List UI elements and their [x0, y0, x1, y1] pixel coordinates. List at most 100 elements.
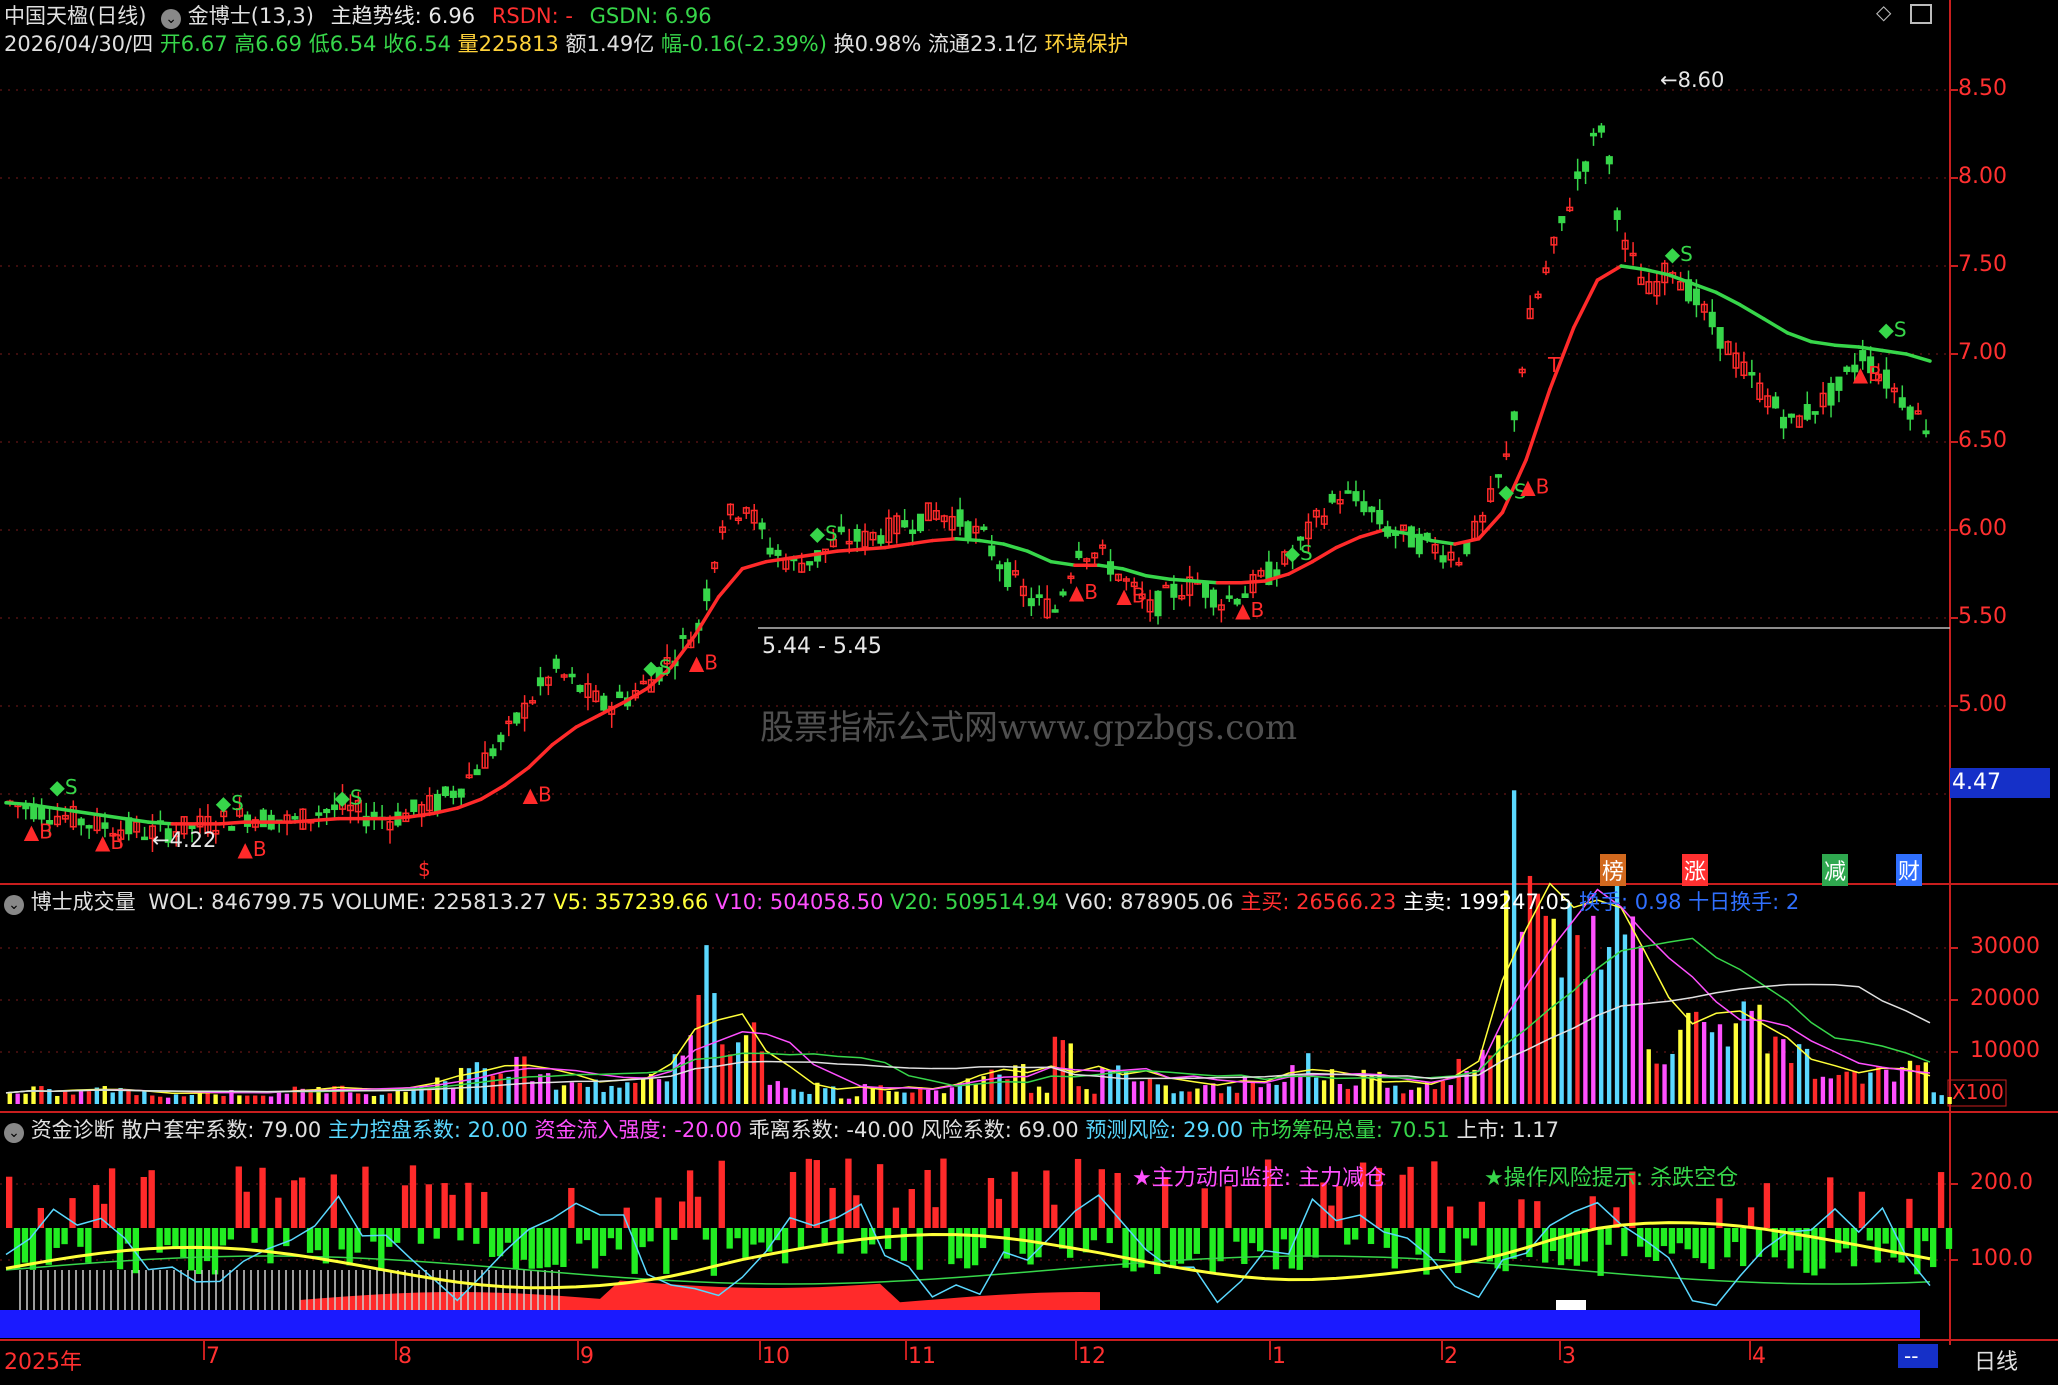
volume-bar [1250, 1083, 1256, 1104]
fund-green-bar [1383, 1228, 1391, 1248]
trend-line-segment [930, 537, 958, 543]
wol: WOL: 846799.75 [148, 890, 325, 914]
fund-green-bar [1842, 1228, 1850, 1249]
t-signal: T [1547, 353, 1561, 377]
fund-green-bar [1668, 1228, 1676, 1254]
volume-bar [933, 1090, 939, 1104]
volume-bar [1456, 1058, 1461, 1104]
volume-bar [1282, 1081, 1287, 1104]
fund-green-bar [1819, 1228, 1826, 1269]
fund-green-bar [671, 1228, 678, 1240]
fund-green-bar [1739, 1228, 1747, 1267]
low: 低6.54 [308, 32, 377, 56]
volume-bar [1005, 1079, 1010, 1104]
fund-red-bar [1747, 1207, 1755, 1228]
volume-bar [625, 1082, 630, 1104]
candle-body [1613, 210, 1621, 220]
fund-red-bar [853, 1195, 860, 1228]
deviation-coef: 乖离系数: -40.00 [748, 1118, 915, 1142]
volume-bar [1021, 1064, 1026, 1104]
volume-title[interactable]: 博士成交量 [31, 890, 136, 914]
fund-red-bar [1011, 1171, 1018, 1228]
fund-green-bar [1066, 1228, 1074, 1258]
range-label: 5.44 - 5.45 [762, 634, 882, 659]
restore-icon[interactable] [1909, 3, 1932, 24]
volume-bar [1385, 1087, 1390, 1104]
volume-bar [86, 1091, 92, 1104]
volume-bar [1836, 1074, 1841, 1104]
stock-name[interactable]: 中国天楹(日线) [4, 4, 146, 28]
fund-green-bar [1874, 1228, 1881, 1263]
badge-rise[interactable]: 涨 [1682, 854, 1709, 886]
volume-bar [245, 1095, 250, 1104]
volume-bar [1440, 1080, 1446, 1104]
fund-green-bar [1193, 1228, 1200, 1254]
fund-green-bar [164, 1228, 171, 1246]
fund-green-bar [512, 1228, 520, 1270]
volume-bar [640, 1077, 646, 1104]
volume-bar [498, 1073, 503, 1104]
open: 开6.67 [159, 32, 228, 56]
fund-red-bar [1906, 1198, 1913, 1228]
volume-bar [237, 1095, 242, 1104]
trend-value: 6.96 [428, 4, 476, 28]
sell-signal: ◆S [1285, 541, 1313, 565]
volume-bar [1028, 1092, 1034, 1104]
fund-red-bar [655, 1197, 662, 1228]
fund-green-bar [267, 1228, 274, 1264]
badge-finance[interactable]: 财 [1896, 854, 1923, 886]
fund-green-bar [1185, 1228, 1193, 1260]
buy-signal: ▲B [523, 783, 552, 807]
fund-green-bar [1439, 1228, 1446, 1254]
volume-toggle-icon[interactable]: ⌄ [4, 895, 24, 915]
vol-tick: 30000 [1970, 934, 2040, 959]
badge-reduce[interactable]: 减 [1822, 854, 1849, 886]
volume-bar [1543, 915, 1548, 1104]
fund-green-bar [1241, 1228, 1248, 1265]
volume-bar [63, 1090, 68, 1104]
candle-body [956, 509, 964, 527]
fund-green-bar [1154, 1228, 1161, 1275]
candle-body [837, 526, 845, 533]
fund-green-bar [1352, 1228, 1359, 1240]
fund-red-bar [465, 1182, 472, 1228]
volume-bar [292, 1086, 297, 1104]
candle-body [1922, 430, 1930, 435]
indicator-toggle-icon[interactable]: ⌄ [161, 9, 182, 29]
gsdn-value: GSDN: 6.96 [589, 4, 712, 28]
volume-bar [308, 1091, 313, 1104]
fund-toggle-icon[interactable]: ⌄ [4, 1123, 24, 1143]
trend-line-segment [146, 820, 175, 826]
indicator-name[interactable]: 金博士(13,3) [188, 4, 314, 28]
badge-rank[interactable]: 榜 [1600, 854, 1627, 886]
volume-bar [1670, 1053, 1675, 1104]
fund-title[interactable]: 资金诊断 [31, 1118, 115, 1142]
date-label: 2 [1444, 1344, 1458, 1369]
fund-green-bar [615, 1228, 622, 1250]
buy-signal: ▲B [24, 820, 53, 844]
fund-red-bar [298, 1177, 306, 1228]
fund-green-bar [172, 1228, 179, 1248]
fund-green-bar [196, 1228, 203, 1275]
scroll-dash[interactable]: -- [1904, 1344, 1918, 1368]
fund-green-bar [979, 1228, 987, 1249]
volume-bar [142, 1091, 147, 1104]
fund-green-bar [1177, 1228, 1185, 1264]
fund-red-bar [243, 1191, 250, 1228]
date-label: 4 [1752, 1344, 1766, 1369]
fund-green-bar [1470, 1228, 1478, 1246]
fund-red-bar [686, 1170, 694, 1228]
candle-body [1225, 595, 1233, 599]
fund-green-bar [1660, 1228, 1668, 1247]
fund-red-bar [805, 1158, 813, 1228]
sector-link[interactable]: 环境保护 [1045, 32, 1129, 56]
candle-body [901, 520, 909, 528]
diamond-icon[interactable]: ◇ [1876, 0, 1891, 24]
volume-bar [70, 1094, 76, 1104]
fund-green-bar [1676, 1228, 1683, 1244]
fund-green-bar [1344, 1228, 1351, 1245]
candle-body [1898, 397, 1906, 408]
period-selector[interactable]: 日线 [1974, 1344, 2018, 1376]
volume-bar [1234, 1092, 1240, 1104]
price-tick: 6.50 [1958, 428, 2007, 453]
